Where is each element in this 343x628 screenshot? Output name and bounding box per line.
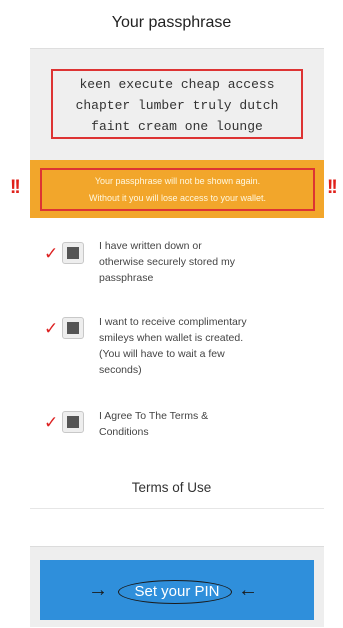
option-label-line: seconds) <box>99 364 142 376</box>
option-label-line: Conditions <box>99 426 149 438</box>
option-label-line: smileys when wallet is created. <box>99 332 244 344</box>
warning-marker-right: !! <box>327 177 338 198</box>
divider <box>30 508 324 509</box>
terms-checkbox[interactable] <box>62 411 84 433</box>
option-label-line: I have written down or <box>99 240 202 252</box>
option-label-line: I Agree To The Terms & <box>99 410 209 422</box>
option-label-line: passphrase <box>99 272 154 284</box>
page-title: Your passphrase <box>111 14 232 31</box>
passphrase-line: chapter lumber truly dutch <box>75 98 279 113</box>
checkbox-fill <box>67 322 79 334</box>
pin-button-panel: → Set your PIN ← <box>30 546 324 627</box>
smileys-checkbox[interactable] <box>62 317 84 339</box>
warning-line: Without it you will lose access to your … <box>88 193 267 203</box>
check-mark-icon: ✓ <box>44 413 59 432</box>
passphrase-line: faint cream one lounge <box>91 119 263 134</box>
option-label-line: I want to receive complimentary <box>99 316 247 328</box>
warning-line: Your passphrase will not be shown again. <box>94 176 261 186</box>
stored-passphrase-checkbox[interactable] <box>62 242 84 264</box>
option-label: I have written down or otherwise securel… <box>99 238 304 286</box>
option-label: I want to receive complimentary smileys … <box>99 314 304 378</box>
passphrase-line: keen execute cheap access <box>79 77 275 92</box>
warning-banner: Your passphrase will not be shown again.… <box>30 160 324 218</box>
set-pin-button[interactable]: → Set your PIN ← <box>40 560 314 620</box>
warning-marker-left: !! <box>10 177 21 198</box>
option-label-line: (You will have to wait a few <box>99 348 225 360</box>
check-mark-icon: ✓ <box>44 319 59 338</box>
passphrase-words: keen execute cheap access chapter lumber… <box>51 69 303 139</box>
option-label-line: otherwise securely stored my <box>99 256 235 268</box>
warning-text: Your passphrase will not be shown again.… <box>40 168 315 211</box>
passphrase-panel: keen execute cheap access chapter lumber… <box>30 48 324 161</box>
checkbox-fill <box>67 247 79 259</box>
set-pin-label: Set your PIN <box>134 583 220 600</box>
arrow-left-icon: ← <box>238 579 258 601</box>
check-mark-icon: ✓ <box>44 244 59 263</box>
terms-of-use-link[interactable]: Terms of Use <box>0 480 343 495</box>
option-label: I Agree To The Terms & Conditions <box>99 408 304 440</box>
checkbox-fill <box>67 416 79 428</box>
